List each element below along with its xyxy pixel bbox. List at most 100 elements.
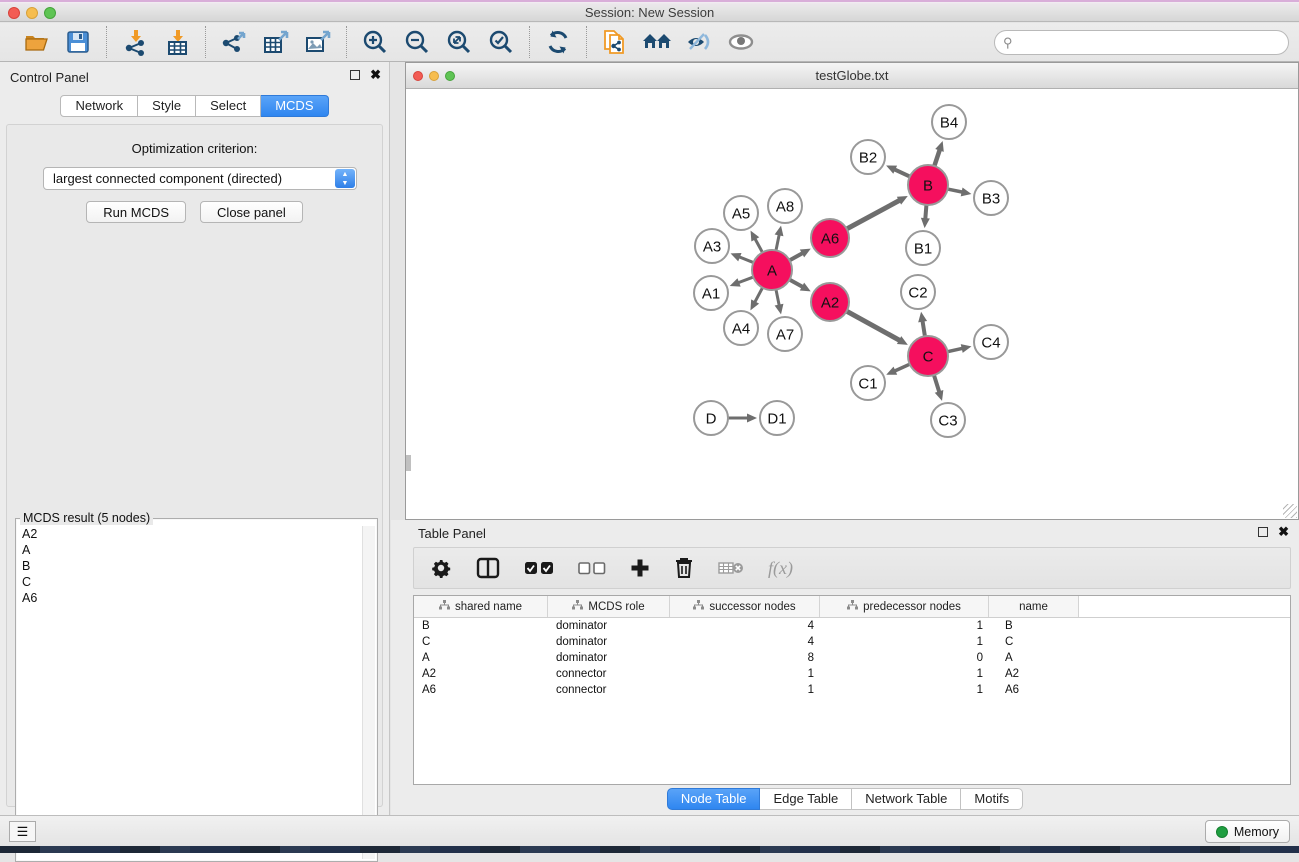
graph-edge[interactable] xyxy=(948,189,963,192)
table-cell[interactable]: A xyxy=(414,650,548,666)
tab-node-table[interactable]: Node Table xyxy=(667,788,761,810)
deselect-checkboxes-icon[interactable] xyxy=(578,554,606,582)
tab-network-table[interactable]: Network Table xyxy=(852,788,961,810)
table-cell[interactable]: A6 xyxy=(414,682,548,698)
export-image-icon[interactable] xyxy=(303,27,333,57)
table-row[interactable]: A2connector11A2 xyxy=(414,666,1290,682)
zoom-in-icon[interactable] xyxy=(360,27,390,57)
function-builder-icon[interactable]: f(x) xyxy=(768,554,793,582)
graph-edge[interactable] xyxy=(776,290,779,306)
result-list-item[interactable]: C xyxy=(18,574,362,590)
graph-edge[interactable] xyxy=(922,321,924,337)
table-cell[interactable]: B xyxy=(989,618,1079,634)
graph-edge[interactable] xyxy=(847,311,900,340)
hide-panel-eye-icon[interactable] xyxy=(684,27,714,57)
zoom-out-icon[interactable] xyxy=(402,27,432,57)
table-cell[interactable]: 4 xyxy=(670,634,820,650)
graph-edge[interactable] xyxy=(934,375,939,392)
table-cell[interactable]: 0 xyxy=(820,650,989,666)
select-all-checkboxes-icon[interactable] xyxy=(524,554,554,582)
table-cell[interactable]: C xyxy=(989,634,1079,650)
export-table-icon[interactable] xyxy=(261,27,291,57)
table-cell[interactable]: A6 xyxy=(989,682,1079,698)
table-cell[interactable]: A2 xyxy=(414,666,548,682)
table-cell[interactable]: A xyxy=(989,650,1079,666)
table-cell[interactable]: B xyxy=(414,618,548,634)
tab-edge-table[interactable]: Edge Table xyxy=(760,788,852,810)
run-mcds-button[interactable]: Run MCDS xyxy=(86,201,186,223)
import-network-icon[interactable] xyxy=(120,27,150,57)
table-cell[interactable]: 1 xyxy=(670,682,820,698)
gear-icon[interactable] xyxy=(430,554,452,582)
graph-edge[interactable] xyxy=(925,205,926,219)
graph-edge[interactable] xyxy=(776,234,779,250)
memory-button[interactable]: Memory xyxy=(1205,820,1290,843)
table-cell[interactable]: 1 xyxy=(670,666,820,682)
resize-grip-icon[interactable] xyxy=(1283,504,1297,518)
import-table-icon[interactable] xyxy=(162,27,192,57)
column-header-shared-name[interactable]: shared name xyxy=(414,596,548,617)
table-cell[interactable]: 1 xyxy=(820,666,989,682)
table-cell[interactable]: dominator xyxy=(548,650,670,666)
result-list-item[interactable]: A6 xyxy=(18,590,362,606)
table-row[interactable]: Cdominator41C xyxy=(414,634,1290,650)
delete-table-icon[interactable] xyxy=(718,554,744,582)
refresh-icon[interactable] xyxy=(543,27,573,57)
close-panel-button[interactable]: Close panel xyxy=(200,201,303,223)
table-cell[interactable]: 1 xyxy=(820,634,989,650)
tab-motifs[interactable]: Motifs xyxy=(961,788,1023,810)
network-canvas[interactable]: AA2A6BCA1A3A4A5A7A8B1B2B3B4C1C2C3C4DD1 xyxy=(406,89,1298,519)
result-scrollbar[interactable] xyxy=(362,526,375,859)
tab-mcds[interactable]: MCDS xyxy=(261,95,328,117)
tab-network[interactable]: Network xyxy=(60,95,138,117)
zoom-selected-icon[interactable] xyxy=(486,27,516,57)
network-graph[interactable]: AA2A6BCA1A3A4A5A7A8B1B2B3B4C1C2C3C4DD1 xyxy=(406,89,1298,519)
canvas-vscroll-thumb[interactable] xyxy=(406,455,411,471)
graph-edge[interactable] xyxy=(755,238,763,252)
graph-edge[interactable] xyxy=(894,364,909,371)
table-row[interactable]: Adominator80A xyxy=(414,650,1290,666)
graph-edge[interactable] xyxy=(755,288,763,303)
column-header-name[interactable]: name xyxy=(989,596,1079,617)
result-list-item[interactable]: A xyxy=(18,542,362,558)
add-column-icon[interactable] xyxy=(630,554,650,582)
delete-column-trash-icon[interactable] xyxy=(674,554,694,582)
network-from-file-icon[interactable] xyxy=(600,27,630,57)
table-cell[interactable]: A2 xyxy=(989,666,1079,682)
graph-edge[interactable] xyxy=(934,150,940,167)
table-cell[interactable]: 4 xyxy=(670,618,820,634)
graph-edge[interactable] xyxy=(790,280,803,287)
table-cell[interactable]: 8 xyxy=(670,650,820,666)
float-table-panel-icon[interactable] xyxy=(1258,527,1268,537)
table-cell[interactable]: C xyxy=(414,634,548,650)
graph-edge[interactable] xyxy=(739,257,754,263)
show-panel-eye-icon[interactable] xyxy=(726,27,756,57)
float-panel-icon[interactable] xyxy=(350,70,360,80)
tab-select[interactable]: Select xyxy=(196,95,261,117)
home-layout-icon[interactable] xyxy=(642,27,672,57)
column-header-predecessor-nodes[interactable]: predecessor nodes xyxy=(820,596,989,617)
tab-style[interactable]: Style xyxy=(138,95,196,117)
table-row[interactable]: Bdominator41B xyxy=(414,618,1290,634)
open-folder-icon[interactable] xyxy=(21,27,51,57)
table-cell[interactable]: connector xyxy=(548,666,670,682)
table-cell[interactable]: 1 xyxy=(820,682,989,698)
export-network-icon[interactable] xyxy=(219,27,249,57)
search-input[interactable] xyxy=(994,30,1289,55)
zoom-fit-icon[interactable] xyxy=(444,27,474,57)
column-header-MCDS-role[interactable]: MCDS role xyxy=(548,596,670,617)
close-table-panel-icon[interactable]: ✖ xyxy=(1278,527,1289,537)
result-list-item[interactable]: B xyxy=(18,558,362,574)
column-chooser-icon[interactable] xyxy=(476,554,500,582)
save-session-icon[interactable] xyxy=(63,27,93,57)
table-cell[interactable]: connector xyxy=(548,682,670,698)
column-header-successor-nodes[interactable]: successor nodes xyxy=(670,596,820,617)
graph-edge[interactable] xyxy=(948,348,963,351)
table-cell[interactable]: 1 xyxy=(820,618,989,634)
graph-edge[interactable] xyxy=(738,277,753,283)
graph-edge[interactable] xyxy=(894,169,910,176)
close-panel-icon[interactable]: ✖ xyxy=(370,70,381,80)
optimization-criterion-select[interactable]: largest connected component (directed) ▲… xyxy=(43,167,357,190)
task-history-button[interactable]: ☰ xyxy=(9,821,36,842)
table-row[interactable]: A6connector11A6 xyxy=(414,682,1290,698)
